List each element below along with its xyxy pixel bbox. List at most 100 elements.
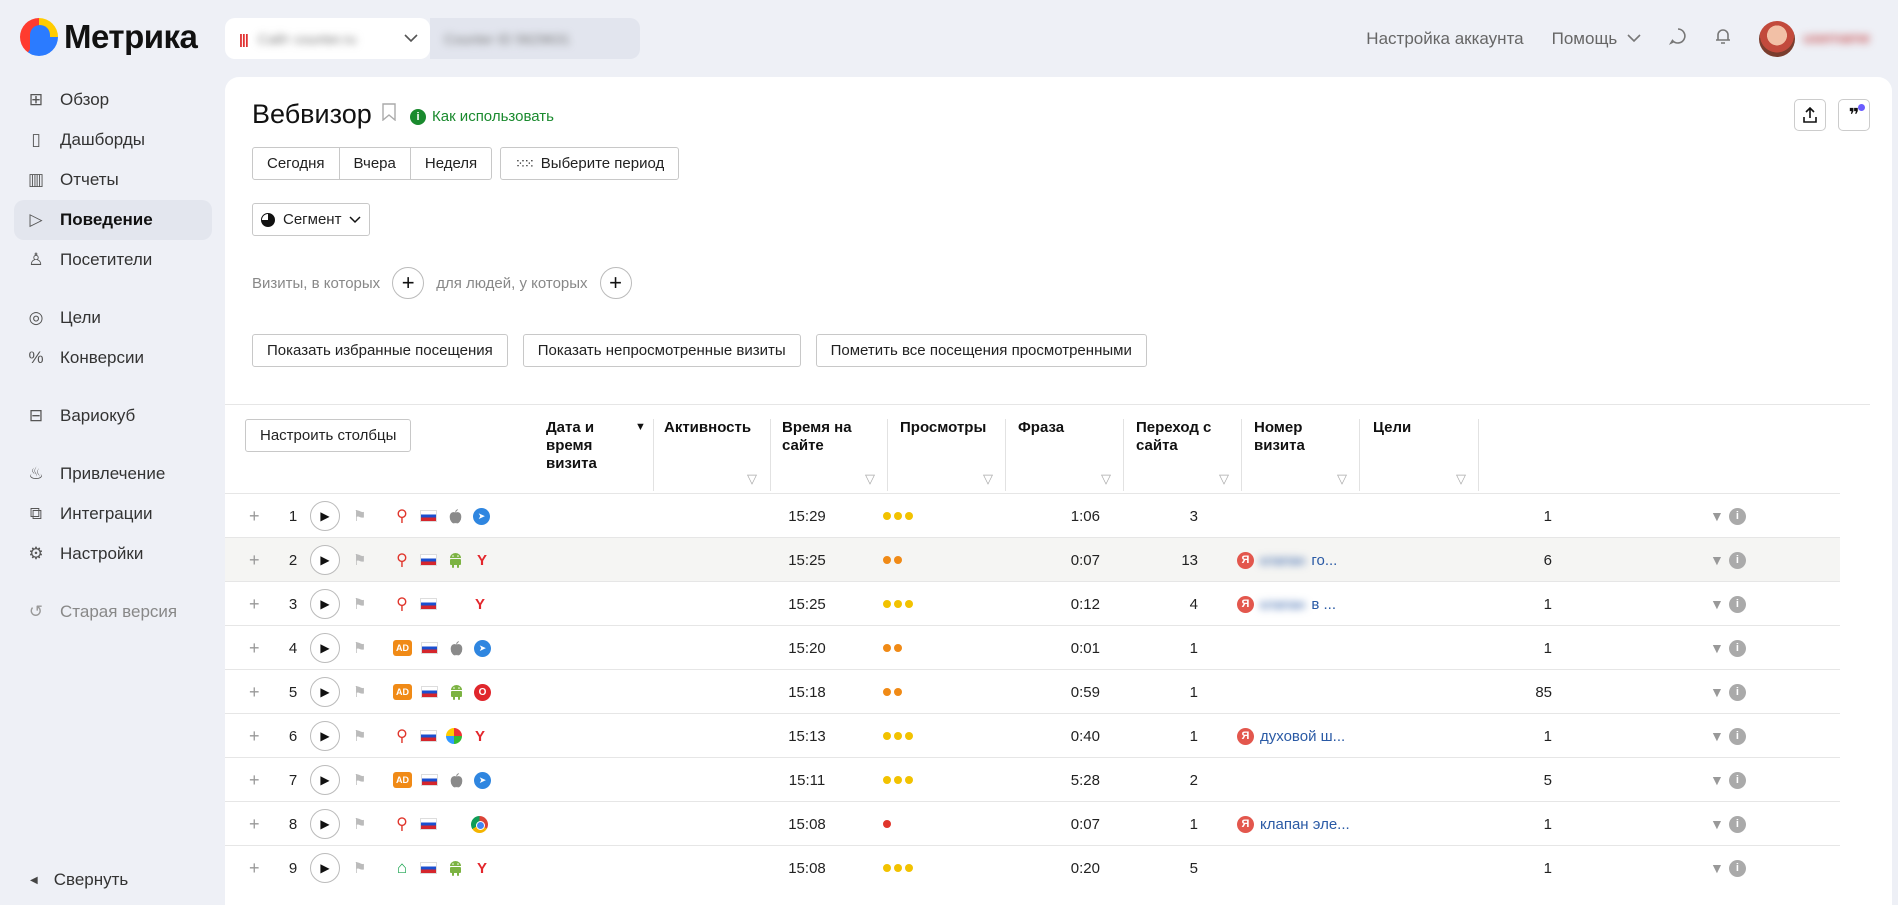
period-yesterday-button[interactable]: Вчера — [338, 147, 411, 180]
col-duration[interactable]: Время на сайте — [782, 419, 862, 455]
info-icon[interactable]: i — [1728, 507, 1746, 525]
bookmark-icon[interactable] — [382, 102, 396, 127]
user-menu[interactable]: username — [1759, 20, 1870, 57]
period-today-button[interactable]: Сегодня — [252, 147, 340, 180]
expand-row-button[interactable]: + — [249, 802, 260, 846]
col-goals[interactable]: Цели — [1373, 419, 1411, 437]
play-visit-button[interactable]: ▶ — [310, 765, 340, 795]
table-row[interactable]: +2 ▶ ⚑ ⚲ Y 15:25 0:07 13 Яклапан го... 6 ▼ i — [225, 537, 1840, 581]
configure-columns-button[interactable]: Настроить столбцы — [245, 419, 412, 452]
play-visit-button[interactable]: ▶ — [310, 501, 340, 531]
show-favorites-button[interactable]: Показать избранные посещения — [252, 334, 508, 367]
filter-icon[interactable]: ▽ — [865, 471, 875, 487]
flag-icon[interactable]: ⚑ — [353, 494, 366, 538]
expand-row-button[interactable]: + — [249, 538, 260, 582]
play-visit-button[interactable]: ▶ — [310, 809, 340, 839]
expand-row-button[interactable]: + — [249, 582, 260, 626]
filter-icon[interactable]: ▽ — [1219, 471, 1229, 487]
sidebar-item-goals[interactable]: ◎ Цели — [14, 298, 212, 338]
counter-details[interactable]: Counter ID 5629631 — [430, 18, 640, 59]
filter-funnel-icon[interactable]: ▼ — [1710, 684, 1724, 700]
filter-funnel-icon[interactable]: ▼ — [1710, 596, 1724, 612]
info-icon[interactable]: i — [1728, 859, 1746, 877]
play-visit-button[interactable]: ▶ — [310, 589, 340, 619]
add-people-filter-button[interactable]: + — [599, 267, 632, 299]
add-visit-filter-button[interactable]: + — [392, 267, 425, 299]
sidebar-item-old-version[interactable]: ↺ Старая версия — [14, 592, 212, 632]
phrase-text[interactable]: в ... — [1311, 596, 1336, 613]
col-activity[interactable]: Активность — [664, 419, 751, 437]
sort-desc-icon[interactable]: ▼ — [635, 421, 646, 433]
sidebar-item-behavior[interactable]: ▷ Поведение — [14, 200, 212, 240]
info-icon[interactable]: i — [1728, 639, 1746, 657]
flag-icon[interactable]: ⚑ — [353, 714, 366, 758]
table-row[interactable]: +4 ▶ ⚑ AD ➤ 15:20 0:01 1 1 ▼ i — [225, 625, 1840, 669]
filter-funnel-icon[interactable]: ▼ — [1710, 772, 1724, 788]
info-icon[interactable]: i — [1728, 727, 1746, 745]
col-views[interactable]: Просмотры — [900, 419, 986, 437]
mark-all-viewed-button[interactable]: Пометить все посещения просмотренными — [815, 334, 1147, 367]
sidebar-item-conversions[interactable]: % Конверсии — [14, 338, 212, 378]
play-visit-button[interactable]: ▶ — [310, 721, 340, 751]
flag-icon[interactable]: ⚑ — [353, 758, 366, 802]
info-icon[interactable]: i — [1728, 683, 1746, 701]
sidebar-item-visitors[interactable]: ♙ Посетители — [14, 240, 212, 280]
col-visit-number[interactable]: Номер визита — [1254, 419, 1314, 455]
info-icon[interactable]: i — [1728, 551, 1746, 569]
expand-row-button[interactable]: + — [249, 714, 260, 758]
filter-icon[interactable]: ▽ — [983, 471, 993, 487]
play-visit-button[interactable]: ▶ — [310, 633, 340, 663]
sidebar-item-dashboards[interactable]: ▯ Дашборды — [14, 120, 212, 160]
col-phrase[interactable]: Фраза — [1018, 419, 1064, 437]
filter-funnel-icon[interactable]: ▼ — [1710, 508, 1724, 524]
flag-icon[interactable]: ⚑ — [353, 670, 366, 714]
flag-icon[interactable]: ⚑ — [353, 802, 366, 846]
flag-icon[interactable]: ⚑ — [353, 582, 366, 626]
how-to-use-link[interactable]: i Как использовать — [410, 108, 554, 125]
expand-row-button[interactable]: + — [249, 494, 260, 538]
account-settings-link[interactable]: Настройка аккаунта — [1366, 29, 1523, 49]
flag-icon[interactable]: ⚑ — [353, 538, 366, 582]
col-referrer[interactable]: Переход с сайта — [1136, 419, 1226, 455]
table-row[interactable]: +3 ▶ ⚑ ⚲ Y 15:25 0:12 4 Яклапан в ... 1 ▼ i — [225, 581, 1840, 625]
info-icon[interactable]: i — [1728, 595, 1746, 613]
filter-funnel-icon[interactable]: ▼ — [1710, 552, 1724, 568]
segment-button[interactable]: Сегмент — [252, 203, 371, 236]
collapse-sidebar-button[interactable]: ◀ Свернуть — [30, 870, 128, 890]
info-icon[interactable]: i — [1728, 815, 1746, 833]
phrase-text[interactable]: клапан эле... — [1260, 816, 1350, 833]
filter-icon[interactable]: ▽ — [747, 471, 757, 487]
filter-icon[interactable]: ▽ — [1337, 471, 1347, 487]
table-row[interactable]: +7 ▶ ⚑ AD ➤ 15:11 5:28 2 5 ▼ i — [225, 757, 1840, 801]
expand-row-button[interactable]: + — [249, 758, 260, 802]
sidebar-item-integrations[interactable]: ⧉ Интеграции — [14, 494, 212, 534]
filter-funnel-icon[interactable]: ▼ — [1710, 728, 1724, 744]
sidebar-item-acquisition[interactable]: ♨ Привлечение — [14, 454, 212, 494]
metrika-logo[interactable]: Метрика — [20, 18, 198, 56]
phrase-text[interactable]: духовой ш... — [1260, 728, 1345, 745]
expand-row-button[interactable]: + — [249, 846, 260, 890]
sidebar-item-variocube[interactable]: ⊟ Вариокуб — [14, 396, 212, 436]
table-row[interactable]: +1 ▶ ⚑ ⚲ ➤ 15:29 1:06 3 1 ▼ i — [225, 493, 1840, 537]
table-row[interactable]: +6 ▶ ⚑ ⚲ Y 15:13 0:40 1 Ядуховой ш... 1 ▼ i — [225, 713, 1840, 757]
filter-funnel-icon[interactable]: ▼ — [1710, 640, 1724, 656]
play-visit-button[interactable]: ▶ — [310, 545, 340, 575]
help-menu[interactable]: Помощь — [1552, 29, 1642, 49]
period-week-button[interactable]: Неделя — [409, 147, 493, 180]
expand-row-button[interactable]: + — [249, 626, 260, 670]
sidebar-item-reports[interactable]: ▥ Отчеты — [14, 160, 212, 200]
info-icon[interactable]: i — [1728, 771, 1746, 789]
filter-icon[interactable]: ▽ — [1456, 471, 1466, 487]
show-unviewed-button[interactable]: Показать непросмотренные визиты — [522, 334, 801, 367]
chat-icon[interactable] — [1669, 27, 1687, 50]
assistant-button[interactable]: ❞ — [1838, 99, 1870, 131]
expand-row-button[interactable]: + — [249, 670, 260, 714]
flag-icon[interactable]: ⚑ — [353, 626, 366, 670]
filter-funnel-icon[interactable]: ▼ — [1710, 860, 1724, 876]
table-row[interactable]: +8 ▶ ⚑ ⚲ 15:08 0:07 1 Яклапан эле... 1 ▼ i — [225, 801, 1840, 845]
table-row[interactable]: +9 ▶ ⚑ ⌂ Y 15:08 0:20 5 1 ▼ i — [225, 845, 1840, 889]
col-datetime[interactable]: Дата и время визита — [546, 419, 626, 473]
flag-icon[interactable]: ⚑ — [353, 846, 366, 890]
period-picker-button[interactable]: ⁙⁙ Выберите период — [500, 147, 680, 180]
export-button[interactable] — [1794, 99, 1826, 131]
